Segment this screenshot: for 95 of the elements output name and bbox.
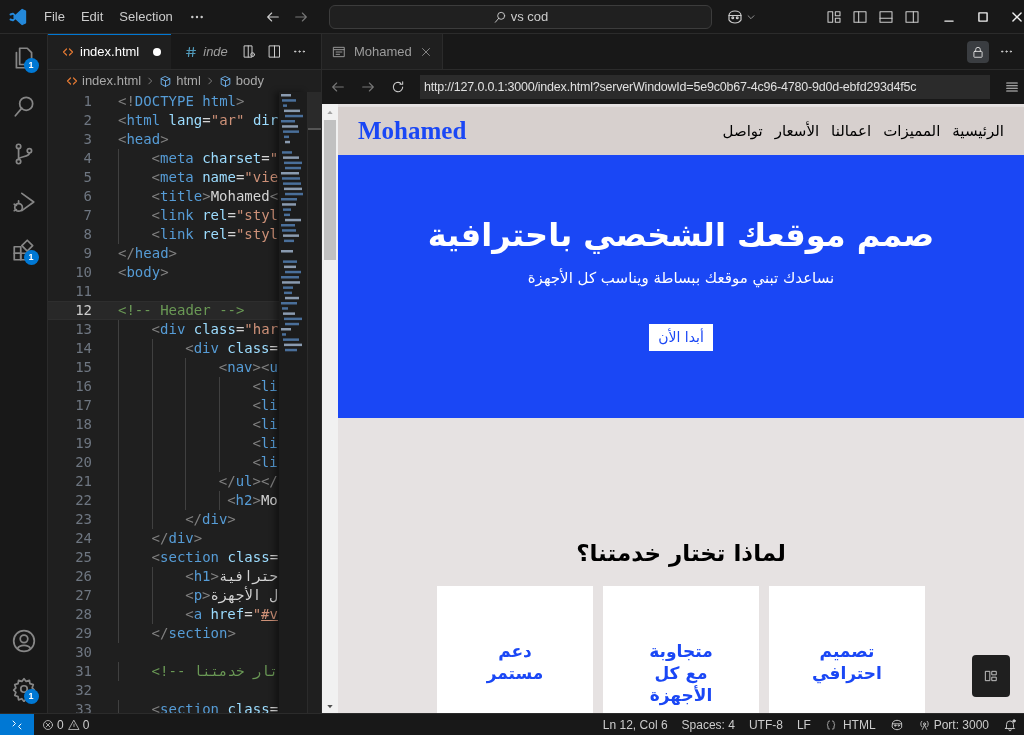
code-line: </section> — [118, 623, 236, 644]
code-line: <head> — [118, 130, 169, 149]
code-line: <!-- Header --> — [118, 301, 245, 320]
line-number: 28 — [74, 605, 92, 624]
line-number: 27 — [74, 586, 92, 605]
line-number: 15 — [74, 358, 92, 377]
search-field[interactable]: vs cod — [328, 4, 712, 29]
line-number: 20 — [74, 453, 92, 472]
code-line: <!DOCTYPE html> — [118, 92, 245, 111]
breadcrumb-item[interactable]: html — [176, 71, 201, 91]
line-number: 26 — [74, 567, 92, 586]
line-number: 13 — [74, 320, 92, 339]
settings-icon[interactable]: 1 — [10, 676, 37, 702]
status-item[interactable]: Ln 12, Col 6 — [595, 715, 675, 734]
line-number: 6 — [82, 187, 92, 206]
line-number: 29 — [74, 624, 92, 643]
line-number: 3 — [82, 130, 92, 149]
nav-link[interactable]: الأسعار — [774, 119, 820, 143]
line-number: 12 — [74, 301, 92, 320]
code-line: <meta name="vie — [118, 167, 279, 188]
line-number: 7 — [82, 206, 92, 225]
logo-text[interactable]: Mohamed — [358, 112, 467, 150]
code-line: <h2>Mo — [118, 490, 278, 511]
menu-item[interactable]: Edit — [72, 6, 112, 27]
warning-count[interactable]: 0 — [82, 715, 90, 734]
url-field[interactable]: http://127.0.0.1:3000/index.html?serverWindowId=5e9c0b67-4c96-4780-9d0d-ebfd293d4f5c — [420, 75, 990, 99]
code-line: <meta charset=" — [118, 148, 279, 169]
code-line: </div> — [118, 509, 236, 530]
error-count[interactable]: 0 — [57, 715, 64, 734]
code-line: <link rel="styl — [118, 205, 279, 226]
nav-link[interactable]: اعمالنا — [831, 119, 872, 143]
code-line: <li — [118, 452, 278, 473]
editor-tab[interactable]: index.html — [48, 34, 172, 69]
code-line: <link rel="styl — [118, 224, 279, 245]
code-line: <a href="#v — [118, 604, 278, 625]
line-number: 14 — [74, 339, 92, 358]
code-line: <title>Mohamed< — [118, 186, 279, 207]
start-button[interactable]: أبدا الأن — [649, 323, 713, 351]
line-number: 32 — [74, 681, 92, 700]
line-number: 22 — [74, 491, 92, 510]
browser-tab[interactable]: Mohamed — [322, 34, 443, 69]
line-number: 21 — [74, 472, 92, 491]
code-line: <nav><u — [118, 357, 278, 378]
status-item[interactable]: Spaces: 4 — [674, 715, 742, 734]
card-title: متجاوبة مع كل الأجهزة — [648, 639, 714, 706]
hero-subtitle: نساعدك تبني موقعك ببساطة ويناسب كل الأجهزة — [527, 267, 835, 290]
code-line: </ul></ — [118, 471, 278, 492]
line-number: 11 — [74, 282, 92, 301]
status-item[interactable]: LF — [789, 715, 818, 734]
card-title: تصميم احترافي — [811, 639, 883, 684]
code-line: <li — [118, 376, 278, 397]
nav-link[interactable]: المميزات — [883, 119, 941, 143]
line-number: 18 — [74, 415, 92, 434]
breadcrumb-item[interactable]: body — [235, 71, 264, 91]
code-line: <li — [118, 433, 278, 454]
line-number: 4 — [82, 149, 92, 168]
line-number: 9 — [82, 244, 92, 263]
code-line: <li — [118, 395, 278, 416]
line-number: 2 — [82, 111, 92, 130]
line-number: 1 — [82, 92, 92, 111]
status-item[interactable]: UTF-8 — [741, 715, 790, 734]
status-item[interactable]: Port: 3000 — [930, 715, 996, 734]
status-item[interactable]: HTML — [836, 715, 883, 734]
menu-item[interactable]: File — [36, 6, 73, 27]
code-line: <div class= — [118, 338, 278, 359]
code-line: <li — [118, 414, 278, 435]
line-number: 24 — [74, 529, 92, 548]
line-number: 25 — [74, 548, 92, 567]
code-line: <html lang="ar" dir — [118, 111, 279, 130]
line-number: 8 — [82, 225, 92, 244]
count-badge: 1 — [23, 58, 39, 73]
line-number: 5 — [82, 168, 92, 187]
line-number: 23 — [74, 510, 92, 529]
line-number: 30 — [74, 643, 92, 662]
card-title: دعم مستمر — [485, 639, 545, 684]
line-number: 31 — [74, 662, 92, 681]
line-number: 19 — [74, 434, 92, 453]
line-number: 16 — [74, 377, 92, 396]
hero-title: صمم موقعك الشخصي باحترافية — [427, 215, 935, 256]
line-number: 17 — [74, 396, 92, 415]
code-line: <div class="har — [118, 319, 279, 340]
code-line: </head> — [118, 244, 177, 263]
count-badge: 1 — [23, 689, 39, 704]
section-title: لماذا تختار خدمتنا؟ — [576, 539, 786, 569]
nav-link[interactable]: الرئيسية — [952, 119, 1004, 143]
code-line: <body> — [118, 263, 169, 282]
menu-item[interactable]: Selection — [111, 6, 181, 27]
nav-link[interactable]: تواصل — [722, 119, 763, 143]
breadcrumb-item[interactable]: index.html — [82, 71, 142, 91]
code-line: </div> — [118, 528, 203, 549]
code-line: <!-- تار خدمتنا — [118, 661, 279, 682]
code-line: <section class= — [118, 547, 279, 568]
editor-tab[interactable]: inde — [171, 34, 238, 69]
count-badge: 1 — [23, 250, 39, 265]
line-number: 10 — [74, 263, 92, 282]
